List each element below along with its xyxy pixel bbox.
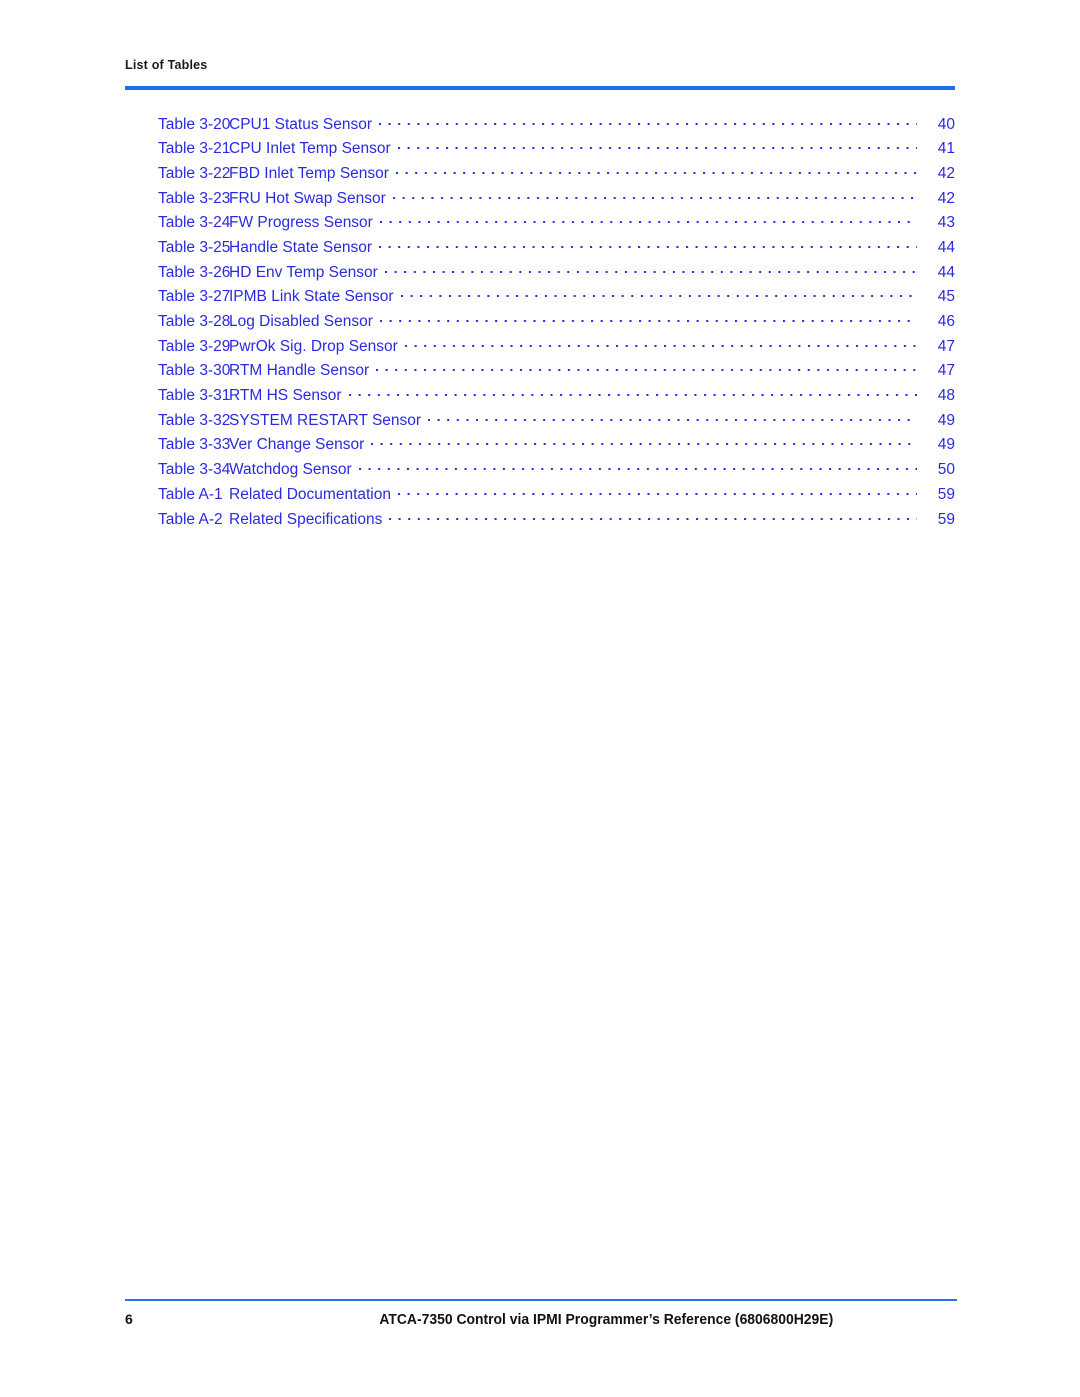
toc-entry-page-number: 49 <box>937 436 955 454</box>
toc-entry-page-number: 42 <box>937 164 955 182</box>
toc-leader-dots <box>398 483 917 499</box>
toc-leader-dots <box>379 311 917 327</box>
toc-leader-dots <box>358 459 917 475</box>
toc-entry[interactable]: Table 3-33 Ver Change Sensor 49 <box>125 434 955 459</box>
toc-entry-page-number: 59 <box>937 485 955 503</box>
toc-leader-dots <box>400 286 917 302</box>
toc-entry[interactable]: Table A-1 Related Documentation 59 <box>125 483 955 508</box>
toc-entry-label: Table 3-28 <box>158 313 231 330</box>
toc-entry-title: Watchdog Sensor <box>229 461 352 479</box>
toc-entry[interactable]: Table 3-31 RTM HS Sensor 48 <box>125 385 955 410</box>
toc-entry[interactable]: Table 3-25 Handle State Sensor 44 <box>125 236 955 261</box>
toc-leader-dots <box>379 212 917 228</box>
toc-entry-page-number: 42 <box>937 189 955 207</box>
toc-leader-dots <box>428 409 917 425</box>
toc-entry-label: Table 3-20 <box>158 115 231 133</box>
footer-divider-rule <box>125 1299 957 1301</box>
toc-entry[interactable]: Table 3-22 FBD Inlet Temp Sensor 42 <box>125 162 955 187</box>
toc-entry-title: Related Documentation <box>229 485 391 503</box>
toc-entry-label: Table 3-24 <box>158 214 231 232</box>
toc-entry-label: Table 3-27 <box>158 288 231 306</box>
toc-entry-title: IPMB Link State Sensor <box>229 288 394 306</box>
toc-entry-title: Log Disabled Sensor <box>229 313 373 330</box>
toc-leader-dots <box>395 162 917 178</box>
toc-entry[interactable]: Table 3-26 HD Env Temp Sensor 44 <box>125 261 955 286</box>
toc-entry-title: FBD Inlet Temp Sensor <box>229 164 389 182</box>
toc-leader-dots <box>384 261 917 277</box>
toc-entry-title: RTM HS Sensor <box>229 387 342 405</box>
toc-entry-page-number: 41 <box>937 140 955 158</box>
toc-entry-label: Table 3-21 <box>158 140 231 158</box>
toc-entry-page-number: 59 <box>937 510 955 528</box>
toc-entry-page-number: 46 <box>937 313 955 330</box>
toc-entry-page-number: 47 <box>937 337 955 355</box>
toc-entry[interactable]: Table 3-28 Log Disabled Sensor 46 <box>125 311 955 336</box>
running-head: List of Tables <box>125 58 208 72</box>
toc-entry-title: HD Env Temp Sensor <box>229 263 378 281</box>
toc-leader-dots <box>379 236 917 252</box>
list-of-tables: Table 3-20 CPU1 Status Sensor 40 Table 3-21… <box>125 113 955 533</box>
toc-entry-page-number: 49 <box>937 411 955 429</box>
toc-entry-title: Handle State Sensor <box>229 238 373 256</box>
toc-entry-label: Table 3-29 <box>158 337 231 355</box>
toc-entry-label: Table 3-22 <box>158 164 231 182</box>
toc-entry-title: SYSTEM RESTART Sensor <box>229 411 422 429</box>
toc-entry-page-number: 48 <box>937 387 955 405</box>
toc-entry-page-number: 47 <box>937 362 955 380</box>
toc-leader-dots <box>404 335 917 351</box>
toc-entry-title: CPU Inlet Temp Sensor <box>229 140 391 158</box>
toc-entry-label: Table 3-25 <box>158 238 231 256</box>
toc-entry-title: FW Progress Sensor <box>229 214 373 232</box>
toc-entry-label: Table 3-33 <box>158 436 231 454</box>
toc-entry[interactable]: Table 3-34 Watchdog Sensor 50 <box>125 459 955 484</box>
toc-leader-dots <box>392 187 917 203</box>
toc-entry[interactable]: Table 3-32 SYSTEM RESTART Sensor 49 <box>125 409 955 434</box>
toc-entry-page-number: 44 <box>937 238 955 256</box>
toc-entry-title: RTM Handle Sensor <box>229 362 370 380</box>
toc-entry-label: Table A-2 <box>158 510 223 528</box>
toc-leader-dots <box>379 113 917 129</box>
toc-leader-dots <box>376 360 917 376</box>
toc-entry[interactable]: Table 3-23 FRU Hot Swap Sensor 42 <box>125 187 955 212</box>
toc-entry[interactable]: Table 3-27 IPMB Link State Sensor 45 <box>125 286 955 311</box>
toc-entry-title: Related Specifications <box>229 510 383 528</box>
toc-entry[interactable]: Table A-2 Related Specifications 59 <box>125 508 955 533</box>
toc-entry-title: CPU1 Status Sensor <box>229 115 373 133</box>
toc-entry-page-number: 50 <box>937 461 955 479</box>
toc-leader-dots <box>371 434 917 450</box>
toc-entry-page-number: 40 <box>937 115 955 133</box>
toc-entry-label: Table 3-26 <box>158 263 231 281</box>
toc-entry-label: Table 3-34 <box>158 461 231 479</box>
toc-entry[interactable]: Table 3-20 CPU1 Status Sensor 40 <box>125 113 955 138</box>
toc-entry-page-number: 45 <box>937 288 955 306</box>
page-footer: 6 ATCA-7350 Control via IPMI Programmer’… <box>125 1311 957 1333</box>
toc-leader-dots <box>397 138 917 154</box>
footer-document-title: ATCA-7350 Control via IPMI Programmer’s … <box>379 1312 834 1328</box>
header-divider-rule <box>125 86 955 90</box>
toc-entry-page-number: 43 <box>937 214 955 232</box>
toc-entry[interactable]: Table 3-21 CPU Inlet Temp Sensor 41 <box>125 138 955 163</box>
toc-leader-dots <box>348 385 917 401</box>
toc-entry-title: Ver Change Sensor <box>229 436 365 454</box>
document-page: List of Tables Table 3-20 CPU1 Status Sen… <box>0 0 1080 1397</box>
toc-entry-label: Table 3-30 <box>158 362 231 380</box>
toc-entry-label: Table 3-31 <box>158 387 231 405</box>
toc-entry[interactable]: Table 3-30 RTM Handle Sensor 47 <box>125 360 955 385</box>
toc-entry-page-number: 44 <box>937 263 955 281</box>
toc-entry[interactable]: Table 3-29 PwrOk Sig. Drop Sensor 47 <box>125 335 955 360</box>
toc-entry[interactable]: Table 3-24 FW Progress Sensor 43 <box>125 212 955 237</box>
toc-entry-title: PwrOk Sig. Drop Sensor <box>229 337 398 355</box>
footer-page-number: 6 <box>125 1311 133 1327</box>
toc-entry-title: FRU Hot Swap Sensor <box>229 189 386 207</box>
toc-entry-label: Table A-1 <box>158 485 223 503</box>
toc-leader-dots <box>389 508 917 524</box>
toc-entry-label: Table 3-23 <box>158 189 231 207</box>
toc-entry-label: Table 3-32 <box>158 411 231 429</box>
